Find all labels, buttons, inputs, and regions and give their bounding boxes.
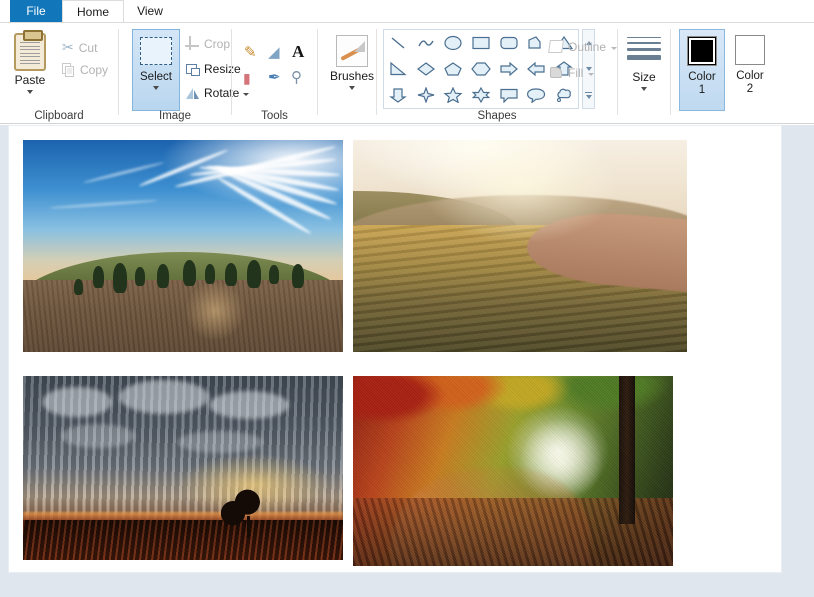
copy-label: Copy <box>80 63 109 77</box>
work-area <box>0 125 814 597</box>
outline-icon <box>549 39 564 54</box>
shape-curve[interactable] <box>412 30 440 56</box>
brushes-button[interactable]: Brushes <box>330 35 374 90</box>
ribbon-group-size: Size <box>618 23 670 124</box>
color-2-swatch[interactable] <box>735 35 765 65</box>
shape-right-arrow[interactable] <box>495 56 523 82</box>
paint-canvas[interactable] <box>8 125 782 573</box>
photo-stormy-sunset-tree[interactable] <box>23 376 343 560</box>
color-1-button[interactable]: Color 1 <box>679 29 725 111</box>
ribbon-group-colors: Color 1 Color 2 <box>671 23 814 124</box>
shape-down-arrow[interactable] <box>384 82 412 108</box>
image-group-label: Image <box>159 110 191 122</box>
shape-five-point-star[interactable] <box>439 82 467 108</box>
clipboard-lines <box>20 42 40 67</box>
size-label: Size <box>632 70 656 84</box>
ribbon-group-clipboard: Paste ✂ Cut Copy Clipboard <box>0 23 118 124</box>
clipboard-group-label: Clipboard <box>34 110 84 122</box>
copy-button[interactable]: Copy <box>62 63 108 77</box>
photo-sky-trees-field[interactable] <box>23 140 343 352</box>
photo-4-texture <box>353 376 673 566</box>
shape-rounded-rectangle[interactable] <box>495 30 523 56</box>
color-2-label: Color 2 <box>736 70 764 95</box>
shape-right-triangle[interactable] <box>384 56 412 82</box>
eraser-icon[interactable]: ▮ <box>243 71 251 85</box>
shape-pentagon[interactable] <box>439 56 467 82</box>
shape-rounded-callout[interactable] <box>523 82 551 108</box>
shape-oval[interactable] <box>439 30 467 56</box>
shape-cloud-callout[interactable] <box>550 82 578 108</box>
shape-line[interactable] <box>384 30 412 56</box>
photo-3-tree <box>221 480 262 527</box>
outline-label: Outline <box>568 39 607 54</box>
paste-dropdown-caret[interactable] <box>27 90 33 94</box>
photo-3-trunk <box>247 515 250 538</box>
rotate-icon <box>185 85 200 100</box>
ribbon-group-brushes: Brushes <box>318 23 376 124</box>
size-dropdown-caret[interactable] <box>641 87 647 91</box>
shape-rectangle[interactable] <box>467 30 495 56</box>
shapes-group-label: Shapes <box>477 110 517 122</box>
fill-bucket-icon[interactable]: ◢ <box>268 45 280 60</box>
shape-polygon[interactable] <box>523 30 551 56</box>
fill-button[interactable]: Fill <box>549 65 595 80</box>
ribbon-group-image: Select Crop Resize Rotate Image <box>119 23 250 124</box>
tab-file[interactable]: File <box>10 0 62 22</box>
shape-diamond[interactable] <box>412 56 440 82</box>
ribbon-group-shapes: Outline Fill Shapes <box>377 23 618 124</box>
magnifier-icon[interactable]: ⚲ <box>291 70 302 85</box>
tab-home-label: Home <box>76 4 109 19</box>
outline-button[interactable]: Outline <box>549 39 618 54</box>
shape-left-arrow[interactable] <box>523 56 551 82</box>
brushes-dropdown-caret[interactable] <box>349 86 356 90</box>
copy-pages-icon <box>62 63 75 77</box>
cut-label: Cut <box>78 40 98 55</box>
paste-button[interactable]: Paste <box>14 30 46 94</box>
photo-golden-field-road[interactable] <box>353 140 687 352</box>
shape-hexagon[interactable] <box>467 56 495 82</box>
fill-icon <box>549 65 564 80</box>
select-label: Select <box>140 71 172 83</box>
tools-group-label: Tools <box>261 110 288 122</box>
select-button[interactable]: Select <box>132 29 180 111</box>
photo-1-lens-flare <box>183 283 247 340</box>
cut-button[interactable]: ✂ Cut <box>62 39 97 56</box>
color-1-label: Color 1 <box>688 71 716 96</box>
tab-home[interactable]: Home <box>62 0 124 22</box>
paint-window: File Home View Paste ✂ Cut Copy Clipboar… <box>0 0 814 597</box>
color-2-button[interactable]: Color 2 <box>727 29 773 111</box>
resize-icon <box>185 61 200 76</box>
shape-four-point-star[interactable] <box>412 82 440 108</box>
more-shapes-arrow[interactable] <box>583 82 594 108</box>
scissors-icon: ✂ <box>62 39 74 55</box>
crop-button[interactable]: Crop <box>185 36 230 51</box>
size-button[interactable]: Size <box>627 37 661 91</box>
brushes-label: Brushes <box>330 69 375 83</box>
ribbon: Paste ✂ Cut Copy Clipboard Select Crop R… <box>0 22 814 124</box>
tab-file-label: File <box>26 4 46 18</box>
paste-label: Paste <box>14 73 46 87</box>
color-picker-icon[interactable]: ✒ <box>268 70 281 85</box>
fill-label: Fill <box>568 65 584 80</box>
shape-rectangular-callout[interactable] <box>495 82 523 108</box>
crop-label: Crop <box>204 36 231 51</box>
ribbon-group-tools: ✎ ◢ A ▮ ✒ ⚲ Tools <box>232 23 317 124</box>
tab-view-label: View <box>137 4 163 18</box>
shape-six-point-star[interactable] <box>467 82 495 108</box>
photo-3-field <box>23 519 343 560</box>
color-1-swatch[interactable] <box>687 36 717 66</box>
fill-dropdown-caret[interactable] <box>588 72 595 76</box>
clipboard-icon <box>14 30 46 71</box>
pencil-icon[interactable]: ✎ <box>244 45 257 60</box>
photo-2-sun-glow <box>419 140 621 244</box>
select-dropdown-caret[interactable] <box>153 86 159 90</box>
photo-autumn-forest-path[interactable] <box>353 376 673 566</box>
text-tool-icon[interactable]: A <box>292 43 304 60</box>
paintbrush-icon <box>336 35 369 67</box>
tab-view[interactable]: View <box>124 0 176 22</box>
ribbon-tab-bar: File Home View <box>0 0 814 22</box>
crop-icon <box>185 36 200 51</box>
dashed-rectangle-icon <box>140 37 172 65</box>
line-thickness-icon <box>627 37 661 64</box>
